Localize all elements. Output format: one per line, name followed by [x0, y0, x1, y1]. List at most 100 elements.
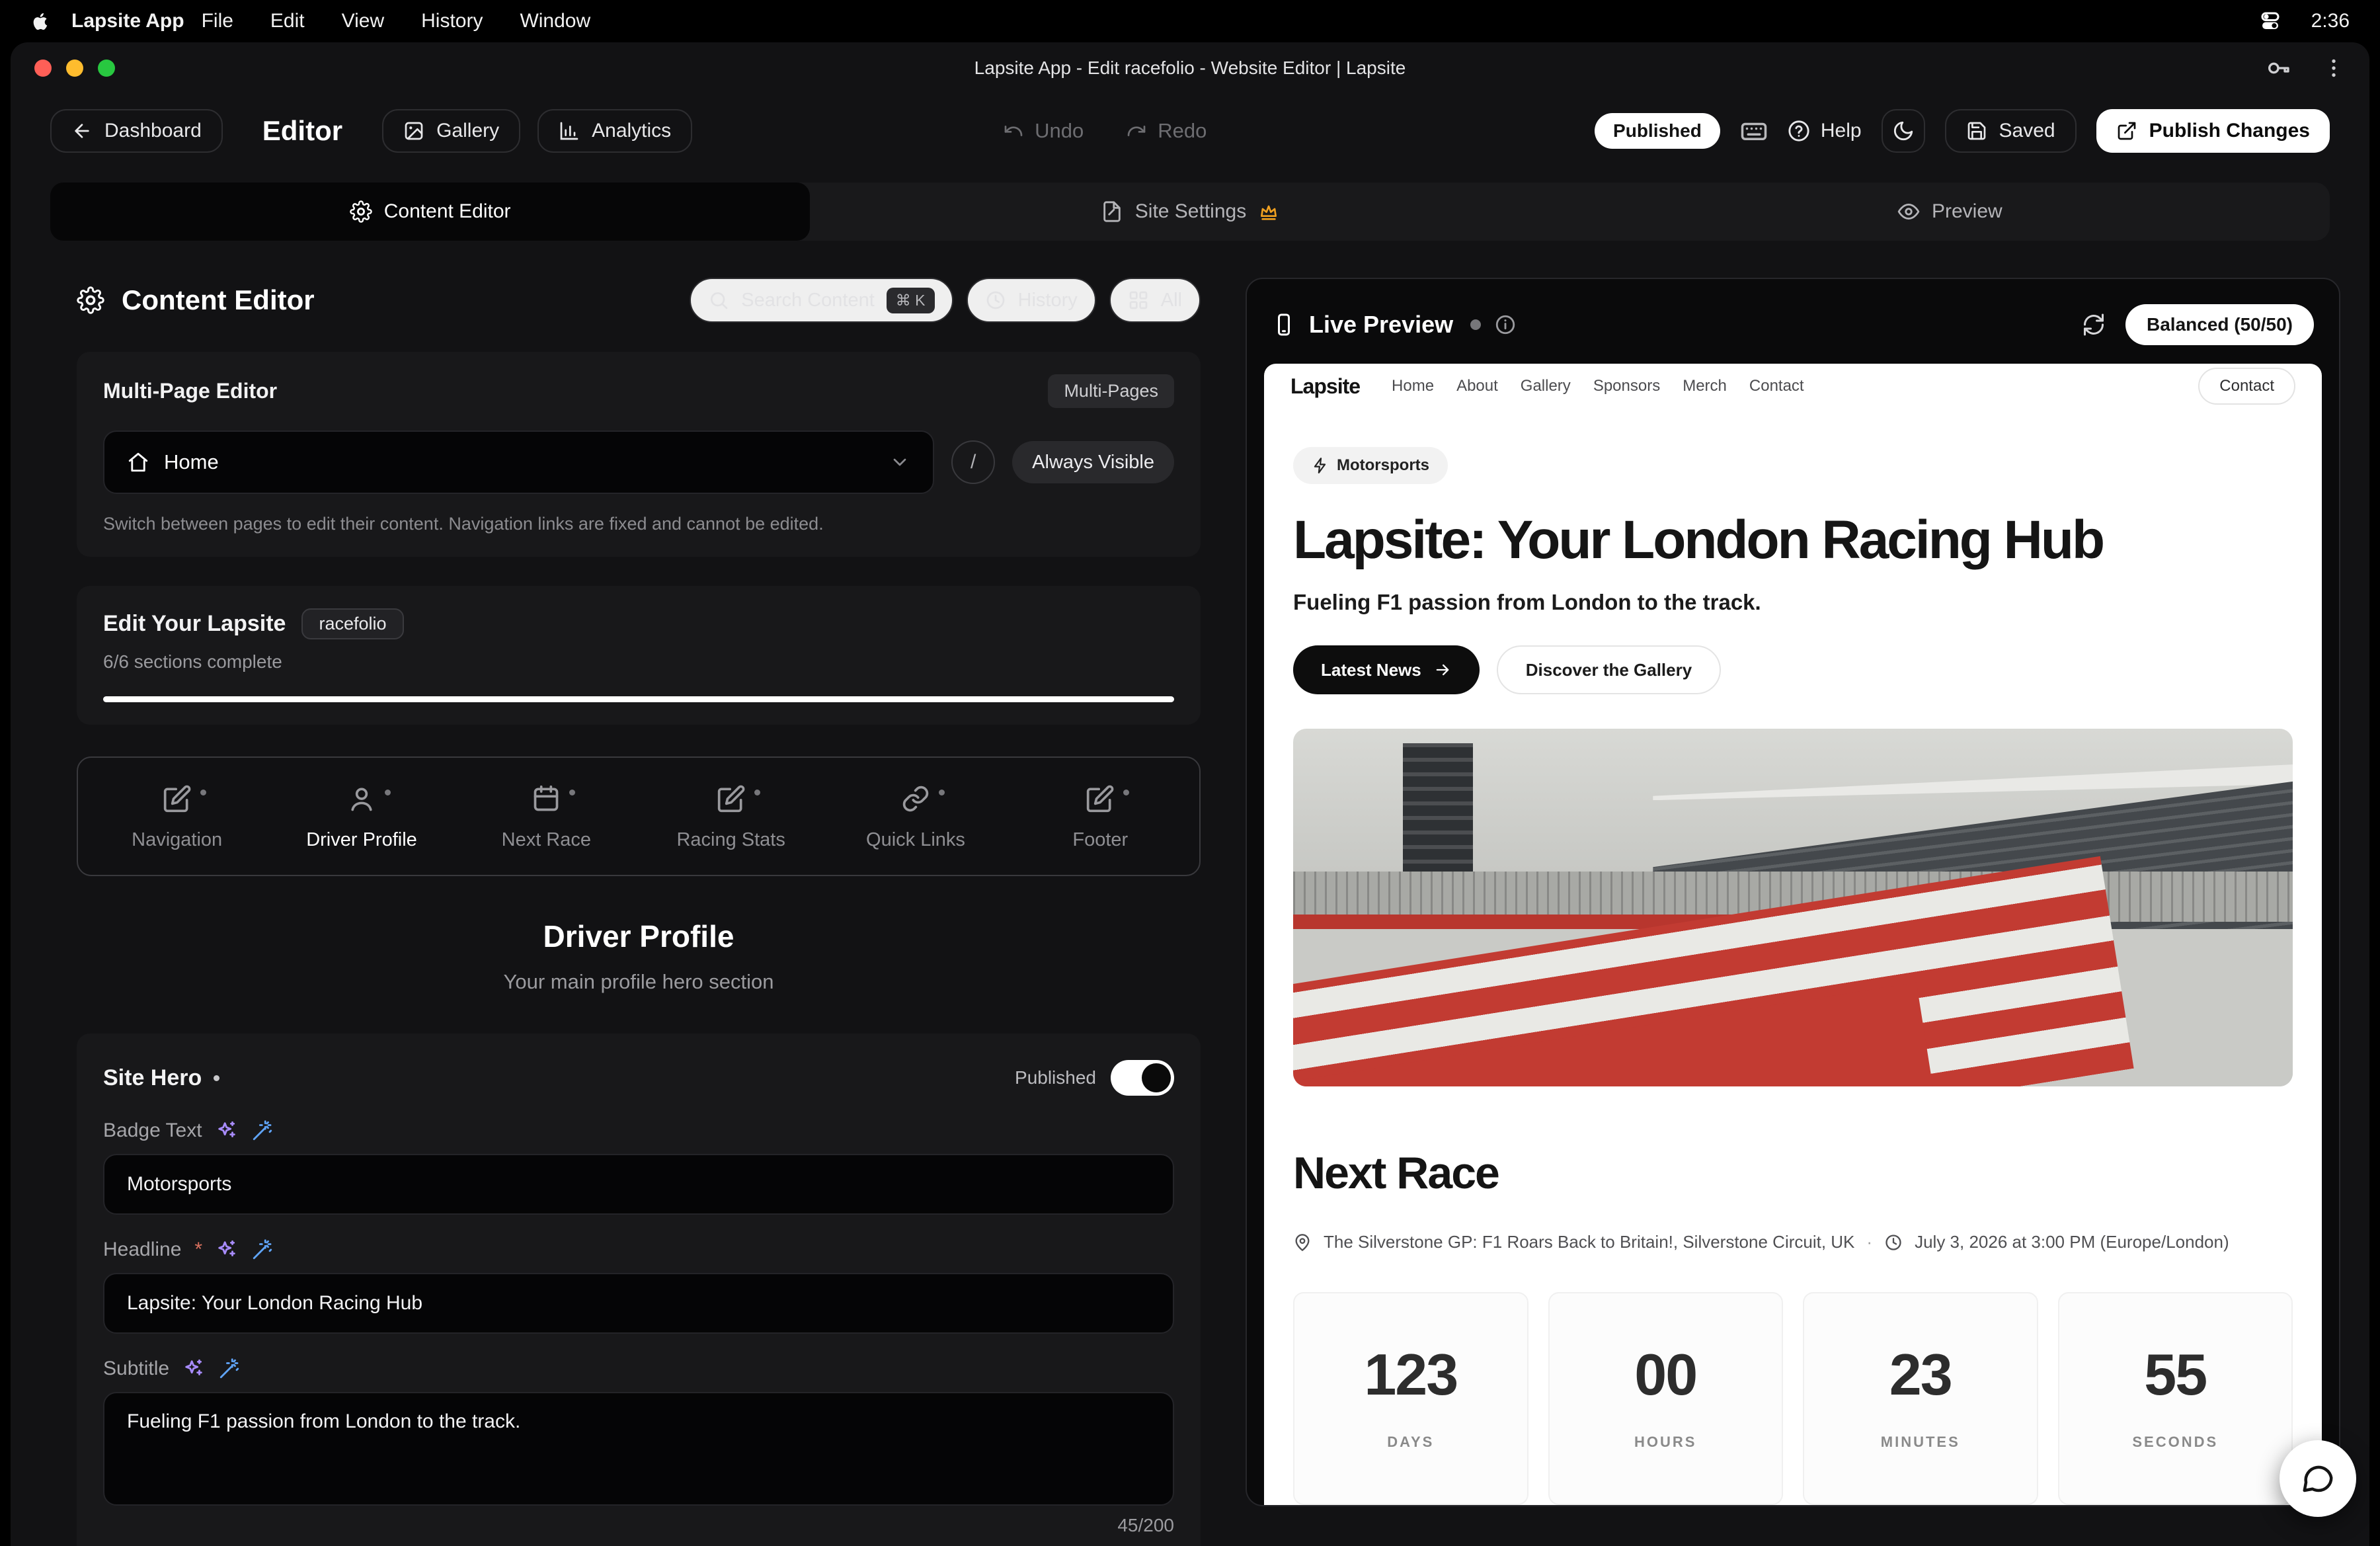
info-icon[interactable]	[1494, 313, 1517, 336]
menu-file[interactable]: File	[202, 10, 233, 32]
headline-input[interactable]: Lapsite: Your London Racing Hub	[103, 1273, 1174, 1334]
countdown-grid: 123 DAYS 00 HOURS 23 MINUTES 55	[1293, 1292, 2293, 1505]
badge-text-input[interactable]: Motorsports	[103, 1154, 1174, 1215]
menu-window[interactable]: Window	[520, 10, 590, 32]
active-section-subtitle: Your main profile hero section	[77, 970, 1201, 994]
overflow-menu-icon[interactable]	[2322, 56, 2346, 80]
publish-changes-button[interactable]: Publish Changes	[2096, 109, 2330, 153]
preview-website: Lapsite Home About Gallery Sponsors Merc…	[1264, 364, 2322, 1505]
search-content-button[interactable]: Search Content ⌘ K	[690, 278, 953, 323]
refresh-icon[interactable]	[2082, 313, 2106, 337]
ai-sparkles-icon[interactable]	[216, 1239, 238, 1261]
section-tab-driver-profile[interactable]: Driver Profile	[269, 784, 454, 851]
multi-page-editor-card: Multi-Page Editor Multi-Pages Home / Alw…	[77, 352, 1201, 557]
section-tab-navigation[interactable]: Navigation	[85, 784, 269, 851]
panel-heading: Content Editor	[122, 284, 315, 316]
site-nav-about[interactable]: About	[1456, 377, 1498, 395]
race-datetime-text: July 3, 2026 at 3:00 PM (Europe/London)	[1915, 1232, 2229, 1252]
clock-icon	[1884, 1233, 1903, 1252]
ai-wand-icon[interactable]	[251, 1239, 274, 1261]
discover-gallery-button[interactable]: Discover the Gallery	[1497, 645, 1721, 694]
history-button[interactable]: History	[967, 278, 1096, 323]
minimize-window-button[interactable]	[66, 60, 83, 77]
keyboard-shortcuts-icon[interactable]	[1740, 117, 1768, 145]
site-hero-badge: Motorsports	[1293, 447, 1448, 484]
saved-button[interactable]: Saved	[1945, 109, 2077, 153]
site-nav-contact[interactable]: Contact	[1749, 377, 1804, 395]
menu-history[interactable]: History	[421, 10, 483, 32]
site-nav-home[interactable]: Home	[1392, 377, 1434, 395]
site-nav-sponsors[interactable]: Sponsors	[1593, 377, 1660, 395]
site-contact-button[interactable]: Contact	[2198, 368, 2295, 405]
gallery-button[interactable]: Gallery	[382, 109, 520, 153]
section-tab-quick-links[interactable]: Quick Links	[823, 784, 1008, 851]
always-visible-badge: Always Visible	[1012, 441, 1174, 483]
undo-button[interactable]: Undo	[1003, 119, 1084, 143]
page-select[interactable]: Home	[103, 430, 934, 494]
site-logo[interactable]: Lapsite	[1290, 374, 1360, 399]
badge-text-label: Badge Text	[103, 1119, 202, 1142]
next-race-heading: Next Race	[1293, 1147, 2293, 1199]
latest-news-button[interactable]: Latest News	[1293, 645, 1480, 694]
window-title-bar: Lapsite App - Edit racefolio - Website E…	[11, 42, 2369, 94]
status-dot	[939, 790, 945, 795]
search-shortcut-badge: ⌘ K	[887, 288, 935, 313]
close-window-button[interactable]	[34, 60, 52, 77]
section-tab-next-race[interactable]: Next Race	[454, 784, 639, 851]
live-preview-panel: Live Preview Balanced (50/50) Lapsite Ho…	[1246, 278, 2340, 1506]
menu-app-name[interactable]: Lapsite App	[71, 10, 184, 32]
search-icon	[708, 290, 729, 311]
section-tab-strip: Navigation Driver Profile Next Race Raci…	[77, 756, 1201, 876]
site-hero-card: Site Hero Published Badge Text Motorspor…	[77, 1034, 1201, 1546]
apple-menu-icon[interactable]	[30, 11, 52, 32]
next-race-section: Next Race The Silverstone GP: F1 Roars B…	[1264, 1086, 2322, 1505]
tab-content-editor[interactable]: Content Editor	[50, 183, 810, 241]
gear-icon	[350, 200, 372, 223]
redo-icon	[1126, 120, 1147, 142]
active-section-title: Driver Profile	[77, 918, 1201, 954]
control-center-icon[interactable]	[2258, 9, 2282, 33]
live-preview-title: Live Preview	[1309, 311, 1453, 339]
menu-clock: 2:36	[2311, 10, 2350, 32]
tab-site-settings[interactable]: Site Settings	[810, 183, 1569, 241]
section-tab-footer[interactable]: Footer	[1008, 784, 1193, 851]
tab-preview[interactable]: Preview	[1570, 183, 2330, 241]
menu-edit[interactable]: Edit	[270, 10, 305, 32]
countdown-minutes-card: 23 MINUTES	[1803, 1292, 2038, 1505]
site-nav-merch[interactable]: Merch	[1683, 377, 1727, 395]
document-pen-icon	[1101, 200, 1123, 223]
ai-sparkles-icon[interactable]	[216, 1119, 238, 1142]
ai-wand-icon[interactable]	[251, 1119, 274, 1142]
subtitle-textarea[interactable]: Fueling F1 passion from London to the tr…	[103, 1392, 1174, 1506]
dashboard-button[interactable]: Dashboard	[50, 109, 223, 153]
chat-widget-button[interactable]	[2280, 1440, 2356, 1517]
site-hero-subtitle: Fueling F1 passion from London to the tr…	[1293, 590, 2293, 615]
ai-wand-icon[interactable]	[218, 1358, 241, 1380]
site-name-badge: racefolio	[301, 608, 403, 639]
published-toggle[interactable]	[1111, 1060, 1174, 1096]
moon-icon	[1892, 120, 1915, 142]
passwords-key-icon[interactable]	[2265, 55, 2291, 81]
ai-sparkles-icon[interactable]	[182, 1358, 205, 1380]
help-circle-icon	[1788, 120, 1810, 142]
redo-button[interactable]: Redo	[1126, 119, 1207, 143]
site-nav-gallery[interactable]: Gallery	[1521, 377, 1571, 395]
dark-mode-toggle-button[interactable]	[1882, 109, 1925, 153]
site-hero-headline: Lapsite: Your London Racing Hub	[1293, 509, 2293, 571]
bolt-icon	[1312, 457, 1329, 474]
window-title: Lapsite App - Edit racefolio - Website E…	[974, 58, 1406, 79]
all-sections-button[interactable]: All	[1109, 278, 1201, 323]
menu-view[interactable]: View	[342, 10, 384, 32]
page-title: Editor	[262, 115, 342, 147]
published-status-badge: Published	[1595, 113, 1720, 149]
section-tab-racing-stats[interactable]: Racing Stats	[639, 784, 823, 851]
undo-icon	[1003, 120, 1024, 142]
analytics-button[interactable]: Analytics	[537, 109, 692, 153]
save-icon	[1966, 120, 1987, 142]
status-dot	[385, 790, 391, 795]
zoom-window-button[interactable]	[98, 60, 115, 77]
grid-icon	[1128, 290, 1149, 311]
multi-page-title: Multi-Page Editor	[103, 379, 277, 403]
help-button[interactable]: Help	[1788, 120, 1862, 142]
preview-mode-button[interactable]: Balanced (50/50)	[2125, 304, 2314, 345]
